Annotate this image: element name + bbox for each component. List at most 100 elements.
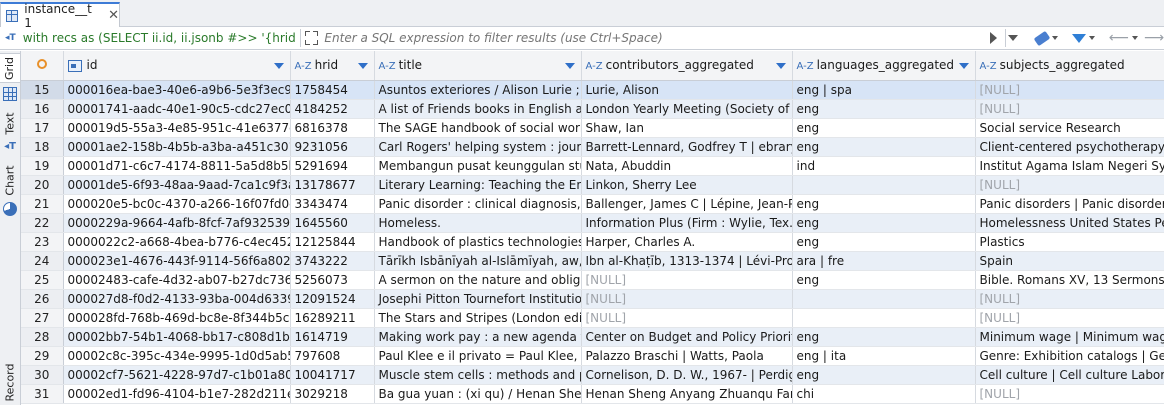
cell-languages[interactable]: eng | spa xyxy=(792,80,976,100)
cell-title[interactable]: Ba gua yuan : (xi qu) / Henan Sheng A xyxy=(374,384,582,404)
table-row[interactable]: 1900001d71-c6c7-4174-8811-5a5d8b5b7c2b52… xyxy=(21,156,1164,176)
expand-editor-icon[interactable] xyxy=(304,31,319,45)
cell-title[interactable]: A list of Friends books in English and c xyxy=(374,99,582,119)
column-header-languages[interactable]: A-Z languages_aggregated xyxy=(792,51,976,81)
table-row[interactable]: 21000020e5-bc0c-4370-a266-16f07fd0ee4233… xyxy=(21,194,1164,214)
cell-contributors[interactable]: Barrett-Lennard, Godfrey T | ebrary, Inc xyxy=(581,137,793,157)
cell-hrid[interactable]: 1614719 xyxy=(290,327,375,347)
view-tab-chart[interactable]: Chart xyxy=(0,163,20,197)
row-number[interactable]: 23 xyxy=(21,232,64,252)
cell-subjects[interactable]: [NULL] xyxy=(975,175,1164,195)
row-number[interactable]: 27 xyxy=(21,308,64,328)
cell-contributors[interactable]: Nata, Abuddin xyxy=(581,156,793,176)
cell-title[interactable]: A sermon on the nature and obligation xyxy=(374,270,582,290)
cell-languages[interactable]: eng | ita xyxy=(792,346,976,366)
row-number[interactable]: 18 xyxy=(21,137,64,157)
cell-title[interactable]: Josephi Pitton Tournefort Institutione xyxy=(374,289,582,309)
cell-languages[interactable]: eng xyxy=(792,137,976,157)
forward-button[interactable]: ⟶ xyxy=(1144,30,1164,46)
row-number[interactable]: 28 xyxy=(21,327,64,347)
row-number[interactable]: 20 xyxy=(21,175,64,195)
cell-id[interactable]: 00001de5-6f93-48aa-9aad-7ca1c9f3a38f xyxy=(63,175,291,195)
cell-id[interactable]: 00002bb7-54b1-4068-bb17-c808d1bacd1d xyxy=(63,327,291,347)
cell-title[interactable]: Making work pay : a new agenda for p xyxy=(374,327,582,347)
cell-title[interactable]: Carl Rogers' helping system : journey a xyxy=(374,137,582,157)
cell-subjects[interactable]: [NULL] xyxy=(975,384,1164,404)
cell-id[interactable]: 00001741-aadc-40e1-90c5-cdc27ec02fdb xyxy=(63,99,291,119)
column-filter-dropdown-icon[interactable] xyxy=(273,63,284,69)
pie-chart-icon[interactable] xyxy=(3,202,17,216)
cell-languages[interactable]: eng xyxy=(792,213,976,233)
table-row[interactable]: 1600001741-aadc-40e1-90c5-cdc27ec02fdb41… xyxy=(21,99,1164,119)
cell-hrid[interactable]: 1758454 xyxy=(290,80,375,100)
cell-id[interactable]: 000027d8-f0d2-4133-93ba-004d6339171b xyxy=(63,289,291,309)
row-number[interactable]: 22 xyxy=(21,213,64,233)
cell-subjects[interactable]: Panic disorders | Panic disorders Trea xyxy=(975,194,1164,214)
cell-title[interactable]: Homeless. xyxy=(374,213,582,233)
back-button[interactable]: ⟵ xyxy=(1109,30,1138,46)
column-header-title[interactable]: A-Z title xyxy=(374,51,582,81)
column-filter-dropdown-icon[interactable] xyxy=(564,63,575,69)
results-grid[interactable]: id A-Z hrid A-Z title A-Z contributors_aggr… xyxy=(21,51,1164,405)
cell-subjects[interactable]: Homelessness United States Periodica xyxy=(975,213,1164,233)
row-number[interactable]: 26 xyxy=(21,289,64,309)
cell-hrid[interactable]: 12125844 xyxy=(290,232,375,252)
cell-subjects[interactable]: Minimum wage | Minimum wage Unite xyxy=(975,327,1164,347)
cell-title[interactable]: The SAGE handbook of social work res xyxy=(374,118,582,138)
cell-id[interactable]: 00002cf7-5621-4228-97d7-c1b01a80f7b0 xyxy=(63,365,291,385)
view-tab-text[interactable]: Text xyxy=(0,109,20,137)
table-row[interactable]: 27000028fd-768b-469d-bc8e-8f344b5c8ddd16… xyxy=(21,308,1164,328)
filter-expression-input[interactable] xyxy=(324,28,989,48)
cell-hrid[interactable]: 5256073 xyxy=(290,270,375,290)
table-row[interactable]: 26000027d8-f0d2-4133-93ba-004d6339171b12… xyxy=(21,289,1164,309)
close-icon[interactable]: ✕ xyxy=(108,8,119,23)
cell-subjects[interactable]: Social service Research xyxy=(975,118,1164,138)
row-number[interactable]: 17 xyxy=(21,118,64,138)
table-row[interactable]: 15000016ea-bae3-40e6-a9b6-5e3f3ec9b2df17… xyxy=(21,80,1164,100)
row-number[interactable]: 31 xyxy=(21,384,64,404)
table-row[interactable]: 3100002ed1-fd96-4104-b1e7-282d211ef37b30… xyxy=(21,384,1164,404)
cell-hrid[interactable]: 797608 xyxy=(290,346,375,366)
column-filter-dropdown-icon[interactable] xyxy=(958,63,969,69)
row-number-header[interactable] xyxy=(21,51,64,81)
cell-languages[interactable]: chi xyxy=(792,384,976,404)
row-number[interactable]: 30 xyxy=(21,365,64,385)
cell-id[interactable]: 00001d71-c6c7-4174-8811-5a5d8b5b7c2b xyxy=(63,156,291,176)
cell-languages[interactable] xyxy=(792,308,976,328)
cell-id[interactable]: 000023e1-4676-443f-9114-56f6a802433c xyxy=(63,251,291,271)
column-filter-dropdown-icon[interactable] xyxy=(775,63,786,69)
table-row[interactable]: 3000002cf7-5621-4228-97d7-c1b01a80f7b010… xyxy=(21,365,1164,385)
column-filter-dropdown-icon[interactable] xyxy=(357,63,368,69)
table-row[interactable]: 2500002483-cafe-4d32-ab07-b27dc736ba8e52… xyxy=(21,270,1164,290)
cell-contributors[interactable]: Palazzo Braschi | Watts, Paola xyxy=(581,346,793,366)
cell-contributors[interactable]: [NULL] xyxy=(581,289,793,309)
cell-subjects[interactable]: Client-centered psychotherapy | Gesta xyxy=(975,137,1164,157)
cell-hrid[interactable]: 5291694 xyxy=(290,156,375,176)
filter-history-dropdown[interactable] xyxy=(1005,29,1021,47)
column-header-subjects[interactable]: A-Z subjects_aggregated xyxy=(975,51,1164,81)
table-row[interactable]: 22 0000229a-9664-4afb-8fcf-7af932539f32 16… xyxy=(21,213,1164,233)
cell-contributors[interactable]: [NULL] xyxy=(581,270,793,290)
cell-id[interactable]: 0000229a-9664-4afb-8fcf-7af932539f32 xyxy=(63,213,291,233)
cell-hrid[interactable]: 1645560 xyxy=(290,213,375,233)
sql-query-text[interactable]: with recs as (SELECT ii.id, ii.jsonb #>>… xyxy=(23,31,296,45)
row-number[interactable]: 29 xyxy=(21,346,64,366)
cell-id[interactable]: 00002483-cafe-4d32-ab07-b27dc736ba8e xyxy=(63,270,291,290)
table-row[interactable]: 1800001ae2-158b-4b5b-a3ba-a451c30159b792… xyxy=(21,137,1164,157)
cell-contributors[interactable]: Shaw, Ian xyxy=(581,118,793,138)
cell-subjects[interactable]: Plastics xyxy=(975,232,1164,252)
cell-languages[interactable]: eng xyxy=(792,232,976,252)
grid-view-icon[interactable] xyxy=(3,87,17,101)
cell-languages[interactable] xyxy=(792,175,976,195)
cell-hrid[interactable]: 13178677 xyxy=(290,175,375,195)
cell-title[interactable]: The Stars and Stripes (London edition) xyxy=(374,308,582,328)
table-row[interactable]: 2000001de5-6f93-48aa-9aad-7ca1c9f3a38f13… xyxy=(21,175,1164,195)
cell-hrid[interactable]: 3029218 xyxy=(290,384,375,404)
cell-hrid[interactable]: 10041717 xyxy=(290,365,375,385)
cell-contributors[interactable]: Henan Sheng Anyang Zhuanqu Fan Xia xyxy=(581,384,793,404)
cell-subjects[interactable]: [NULL] xyxy=(975,289,1164,309)
cell-subjects[interactable]: Genre: Exhibition catalogs | Germany xyxy=(975,346,1164,366)
table-row[interactable]: 17000019d5-55a3-4e85-951c-41e6377dafee68… xyxy=(21,118,1164,138)
cell-subjects[interactable]: Cell culture | Cell culture Laboratory xyxy=(975,365,1164,385)
cell-languages[interactable]: eng xyxy=(792,99,976,119)
